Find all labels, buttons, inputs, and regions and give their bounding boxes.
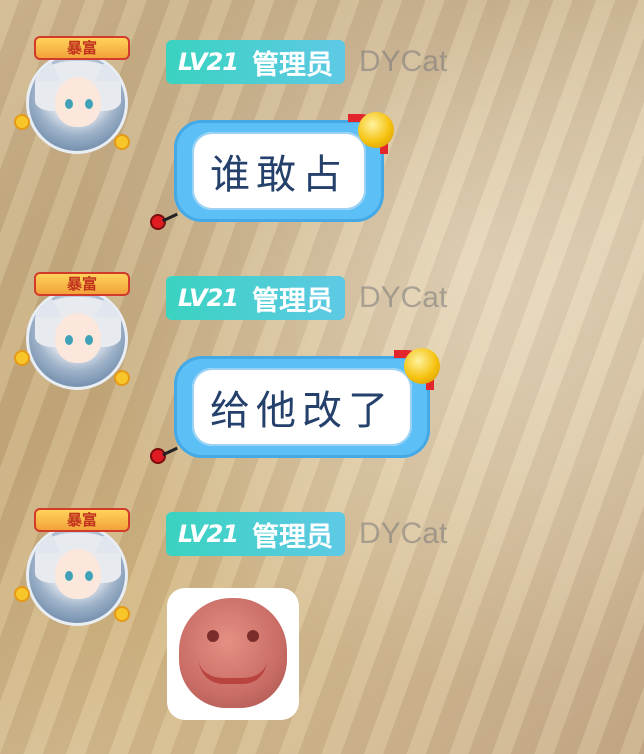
avatar-image <box>26 524 128 626</box>
role-label: 管理员 <box>251 285 333 317</box>
level-badge: LV21 管理员 <box>166 276 345 320</box>
avatar[interactable]: 暴富 <box>14 268 160 408</box>
level-number: LV21 <box>178 284 239 312</box>
avatar-frame-banner: 暴富 <box>34 272 130 296</box>
bell-icon <box>358 112 394 148</box>
coin-icon <box>14 350 30 366</box>
nickname[interactable]: DYCat <box>359 517 447 551</box>
bubble-tail-line <box>162 212 178 223</box>
sticker-image[interactable] <box>167 588 299 720</box>
message-bubble[interactable]: 给他改了 <box>174 348 440 458</box>
chat-message: 暴富 LV21 管理员 DYCat 给他改了 <box>0 268 644 488</box>
level-number: LV21 <box>178 48 239 76</box>
message-header: LV21 管理员 DYCat <box>166 40 447 84</box>
coin-icon <box>114 370 130 386</box>
level-badge: LV21 管理员 <box>166 40 345 84</box>
coin-icon <box>14 114 30 130</box>
avatar[interactable]: 暴富 <box>14 32 160 172</box>
message-text: 给他改了 <box>192 368 412 446</box>
message-text: 谁敢占 <box>192 132 366 210</box>
message-header: LV21 管理员 DYCat <box>166 512 447 556</box>
chat-message: 暴富 LV21 管理员 DYCat 谁敢占 <box>0 32 644 252</box>
avatar[interactable]: 暴富 <box>14 504 160 644</box>
message-header: LV21 管理员 DYCat <box>166 276 447 320</box>
avatar-frame-banner: 暴富 <box>34 508 130 532</box>
avatar-image <box>26 288 128 390</box>
bell-icon <box>404 348 440 384</box>
role-label: 管理员 <box>251 521 333 553</box>
coin-icon <box>114 606 130 622</box>
chat-message: 暴富 LV21 管理员 DYCat <box>0 504 644 744</box>
nickname[interactable]: DYCat <box>359 45 447 79</box>
coin-icon <box>114 134 130 150</box>
bubble-tail-line <box>162 446 178 457</box>
message-bubble[interactable]: 谁敢占 <box>174 112 394 222</box>
level-number: LV21 <box>178 520 239 548</box>
role-label: 管理员 <box>251 49 333 81</box>
smiling-face-sticker-icon <box>179 598 287 708</box>
avatar-image <box>26 52 128 154</box>
level-badge: LV21 管理员 <box>166 512 345 556</box>
nickname[interactable]: DYCat <box>359 281 447 315</box>
coin-icon <box>14 586 30 602</box>
avatar-frame-banner: 暴富 <box>34 36 130 60</box>
